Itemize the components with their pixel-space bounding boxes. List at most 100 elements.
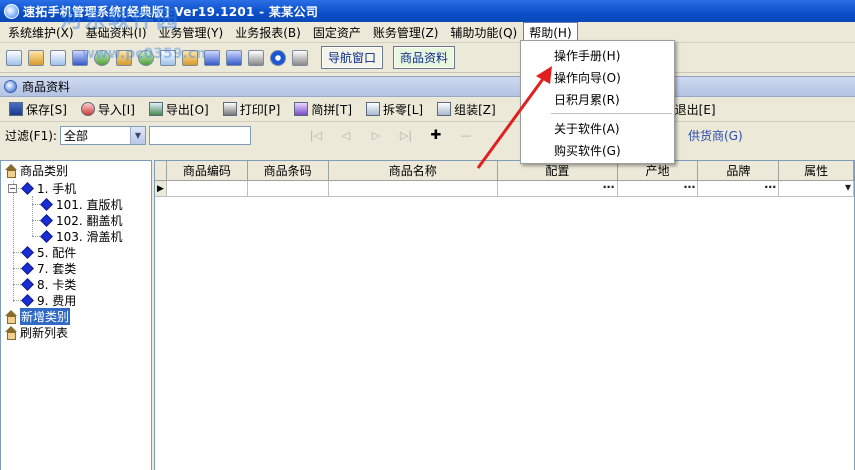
ellipsis-icon[interactable]: ⋯ [683,180,695,194]
window-title: 速拓手机管理系统[经典版] Ver19.1201 - 某某公司 [23,4,319,19]
action-toolbar: 保存[S] 导入[I] 导出[O] 打印[P] 简拼[T] 拆零[L] 组装[Z… [0,97,855,122]
print-button[interactable]: 打印[P] [218,99,286,120]
grid-cell[interactable]: ▾ [779,180,854,196]
ellipsis-icon[interactable]: ⋯ [603,180,615,194]
home-icon [4,310,17,324]
table-row[interactable]: ▶ ⋯ ⋯ ⋯ ▾ [155,180,854,197]
new-doc-icon[interactable] [6,49,22,66]
tree-node-phones[interactable]: − 1. 手机 [8,181,76,196]
collapse-icon[interactable]: − [8,184,17,193]
column-header[interactable]: 品牌 [698,161,780,180]
export-icon [148,102,163,116]
menu-auxiliary[interactable]: 辅助功能(Q) [444,22,523,43]
menu-item-manual[interactable]: 操作手册(H) [521,44,674,66]
menu-item-about[interactable]: 关于软件(A) [521,117,674,139]
product-data-button[interactable]: 商品资料 [393,46,456,69]
tree-node-slide-phone[interactable]: 103. 滑盖机 [39,229,123,244]
child-title-bar: 商品资料 [0,77,855,97]
supplier-button[interactable]: 供货商(G) [688,127,743,144]
assemble-button[interactable]: 组装[Z] [432,99,501,120]
filter-select[interactable]: 全部 ▼ [59,125,146,145]
grid-cell[interactable] [248,181,329,196]
category-icon [21,262,34,275]
menu-basic-data[interactable]: 基础资料(I) [80,22,153,43]
grid-header: 商品编码 商品条码 商品名称 配置 产地 品牌 属性 [155,161,854,181]
ellipsis-icon[interactable]: ⋯ [764,180,776,194]
grid-cell[interactable] [329,181,499,196]
help-dropdown-menu: 操作手册(H) 操作向导(O) 日积月累(R) 关于软件(A) 购买软件(G) [520,40,675,164]
split-button[interactable]: 拆零[L] [361,99,428,120]
menu-business[interactable]: 业务管理(Y) [153,22,230,43]
child-window-title: 商品资料 [22,80,71,94]
grid-cell[interactable]: ⋯ [698,180,780,196]
tree-root[interactable]: 商品类别 [4,163,68,178]
filter-selected-value: 全部 [63,128,88,143]
delete-record-icon[interactable]: — [459,129,473,142]
nav-window-button[interactable]: 导航窗口 [321,46,384,69]
assemble-icon [437,102,452,116]
tree-node-accessories[interactable]: 5. 配件 [20,245,76,260]
next-record-icon[interactable]: ▷ [369,129,383,142]
column-header[interactable]: 商品名称 [329,161,499,180]
cart-icon[interactable] [182,49,198,66]
chevron-down-icon[interactable]: ▼ [129,126,145,144]
tree-add-category[interactable]: 新增类别 [4,308,71,325]
refresh-icon[interactable] [94,49,110,66]
users-icon[interactable] [72,49,88,66]
grid-cell[interactable]: ⋯ [618,180,699,196]
first-record-icon[interactable]: |◁ [309,129,323,142]
menu-reports[interactable]: 业务报表(B) [229,22,307,43]
tree-node-sets[interactable]: 7. 套类 [20,261,76,276]
chart-icon[interactable] [138,49,154,66]
menu-fixed-assets[interactable]: 固定资产 [307,22,367,43]
document-icon[interactable] [50,49,66,66]
category-icon [21,182,34,195]
tree-node-cards[interactable]: 8. 卡类 [20,277,76,292]
filter-label: 过滤(F1): [5,128,57,143]
import-button[interactable]: 导入[I] [76,99,140,120]
column-header[interactable]: 属性 [779,161,854,180]
box-icon[interactable] [116,49,132,66]
grid-cell[interactable] [167,181,248,196]
printer-icon [222,102,237,116]
screen-icon[interactable] [204,49,220,66]
menu-item-tips[interactable]: 日积月累(R) [521,88,674,110]
column-header[interactable]: 商品条码 [248,161,329,180]
help-icon[interactable] [270,49,286,66]
category-tree[interactable]: 商品类别 − 1. 手机 101. 直版机 102. 翻盖机 103. 滑盖机 [0,160,152,470]
menu-item-buy[interactable]: 购买软件(G) [521,139,674,161]
prev-record-icon[interactable]: ◁ [339,129,353,142]
filter-input[interactable] [148,125,251,145]
category-icon [40,230,53,243]
pinyin-icon [294,102,309,116]
simple-join-button[interactable]: 简拼[T] [289,99,357,120]
export-button[interactable]: 导出[O] [144,99,214,120]
category-icon [21,246,34,259]
save-button[interactable]: 保存[S] [4,99,72,120]
tree-node-flip-phone[interactable]: 102. 翻盖机 [39,213,123,228]
chevron-down-icon[interactable]: ▾ [845,180,851,194]
grid-corner [155,161,167,180]
tree-node-bar-phone[interactable]: 101. 直版机 [39,197,123,212]
filter-row: 过滤(F1): 全部 ▼ |◁ ◁ ▷ ▷| ✚ — 供货商(G) [0,122,855,148]
column-header[interactable]: 商品编码 [167,161,248,180]
printer-icon[interactable] [248,49,264,66]
save-icon[interactable] [226,49,242,66]
menu-accounting[interactable]: 账务管理(Z) [367,22,445,43]
add-record-icon[interactable]: ✚ [429,128,443,143]
exit-door-icon[interactable] [292,49,308,66]
folder-icon[interactable] [28,49,44,66]
menu-item-wizard[interactable]: 操作向导(O) [521,66,674,88]
product-grid[interactable]: 商品编码 商品条码 商品名称 配置 产地 品牌 属性 ▶ ⋯ ⋯ ⋯ ▾ [154,160,855,470]
tree-node-fees[interactable]: 9. 费用 [20,293,76,308]
title-bar: 速拓手机管理系统[经典版] Ver19.1201 - 某某公司 [0,0,855,22]
menu-system[interactable]: 系统维护(X) [2,22,80,43]
menu-separator [551,113,672,114]
record-navigator: |◁ ◁ ▷ ▷| ✚ — [301,128,481,143]
import-icon [80,102,95,116]
list-icon[interactable] [160,49,176,66]
grid-cell[interactable]: ⋯ [498,180,618,196]
tree-refresh-list[interactable]: 刷新列表 [4,325,68,340]
split-icon [366,102,381,116]
last-record-icon[interactable]: ▷| [399,129,413,142]
